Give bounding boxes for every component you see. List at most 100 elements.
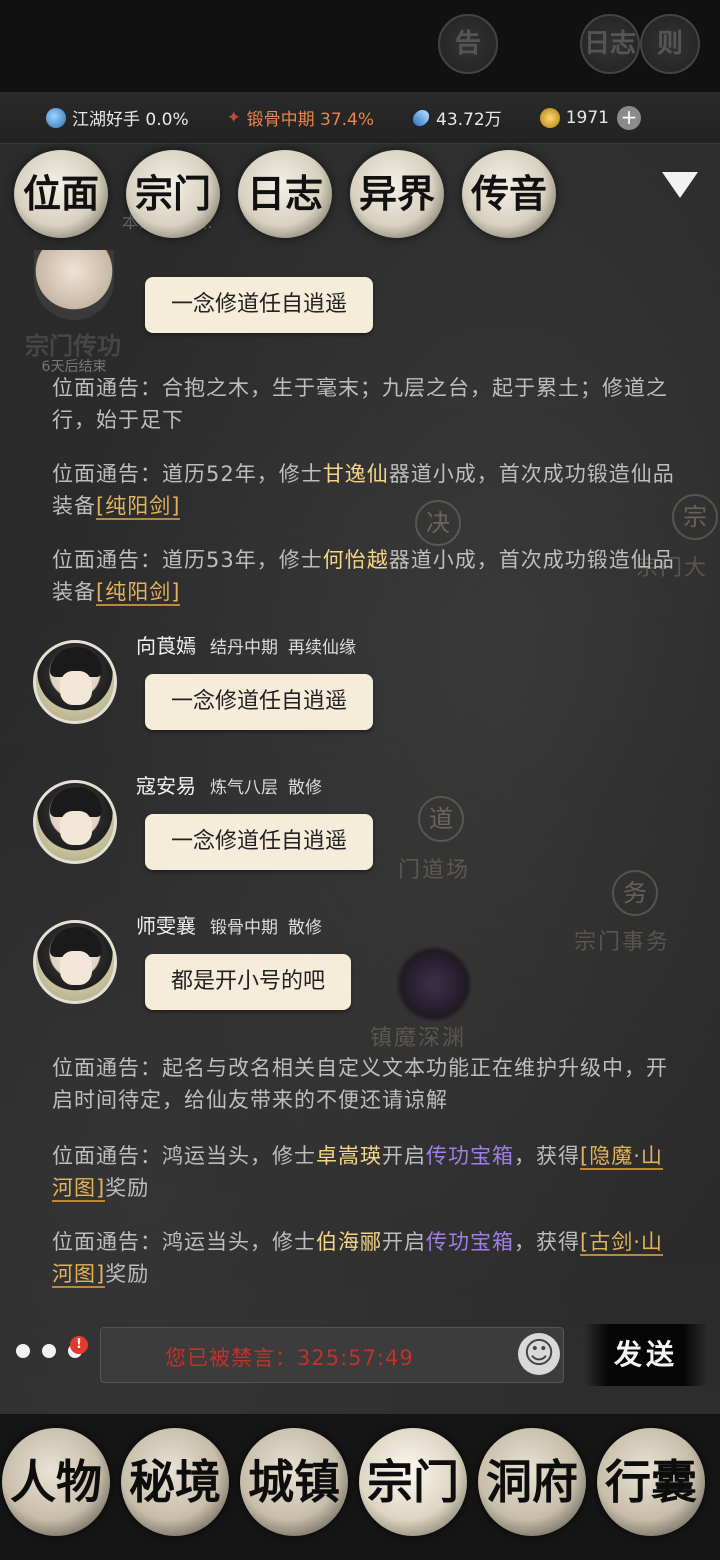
bg-label-shiwu: 宗门事务 bbox=[574, 930, 671, 955]
notice-prefix: 位面通告： bbox=[52, 548, 162, 572]
player-name-link[interactable]: 甘逸仙 bbox=[323, 462, 389, 486]
sender-realm: 结丹中期 bbox=[210, 638, 278, 658]
nav-character[interactable]: 人物 bbox=[2, 1428, 110, 1536]
bg-label-daochang: 门道场 bbox=[398, 858, 471, 883]
nav-town-label: 城镇 bbox=[248, 1455, 340, 1509]
notice-text: 鸿运当头，修士 bbox=[162, 1230, 316, 1254]
notice-prefix: 位面通告： bbox=[52, 462, 162, 486]
player-name-link[interactable]: 卓嵩瑛 bbox=[316, 1144, 382, 1168]
tab-sect[interactable]: 宗门 bbox=[126, 150, 220, 238]
chat-bubble[interactable]: 一念修道任自逍遥 bbox=[145, 814, 374, 870]
sender-sect: 散修 bbox=[288, 778, 322, 798]
notice-text: ，获得 bbox=[514, 1144, 580, 1168]
nav-secret-realm-label: 秘境 bbox=[129, 1455, 221, 1509]
chat-bubble[interactable]: 一念修道任自逍遥 bbox=[145, 277, 374, 333]
tab-otherworld[interactable]: 异界 bbox=[350, 150, 444, 238]
chat-bubble[interactable]: 一念修道任自逍遥 bbox=[145, 674, 374, 730]
sender-name[interactable]: 寇安易 bbox=[136, 774, 196, 798]
dropdown-arrow-icon[interactable] bbox=[662, 172, 698, 198]
avatar[interactable] bbox=[33, 780, 117, 864]
plane-notice: 位面通告：鸿运当头，修士伯海郦开启传功宝箱，获得[古剑·山河图]奖励 bbox=[52, 1226, 682, 1290]
gold-coin-icon bbox=[539, 107, 560, 128]
nav-secret-realm[interactable]: 秘境 bbox=[121, 1428, 229, 1536]
item-link[interactable]: [纯阳剑] bbox=[96, 494, 181, 520]
notice-prefix: 位面通告： bbox=[52, 376, 162, 400]
tab-whisper-label: 传音 bbox=[470, 171, 547, 216]
cultivation-stat: ✦ 锻骨中期 37.4% bbox=[226, 105, 374, 131]
nav-sect[interactable]: 宗门 bbox=[359, 1428, 467, 1536]
realm-stat: 江湖好手 0.0% bbox=[46, 105, 189, 130]
plane-notice: 位面通告：起名与改名相关自定义文本功能正在维护升级中，开启时间待定，给仙友带来的… bbox=[52, 1052, 682, 1116]
chat-sender-line: 寇安易 炼气八层 散修 bbox=[136, 770, 322, 799]
notification-badge: ! bbox=[70, 1336, 88, 1354]
tab-plane-label: 位面 bbox=[22, 171, 99, 216]
notice-prefix: 位面通告： bbox=[52, 1056, 162, 1080]
notice-text: ，获得 bbox=[514, 1230, 580, 1254]
tab-log-label: 日志 bbox=[246, 171, 323, 216]
tab-whisper[interactable]: 传音 bbox=[462, 150, 556, 238]
add-gold-button[interactable]: + bbox=[616, 105, 641, 130]
sect-transmission-event[interactable]: 宗门传功 6天后结束 bbox=[18, 250, 128, 380]
sender-sect: 散修 bbox=[288, 918, 322, 938]
plane-notice: 位面通告：鸿运当头，修士卓嵩瑛开启传功宝箱，获得[隐魔·山河图]奖励 bbox=[52, 1140, 682, 1204]
avatar[interactable] bbox=[33, 920, 117, 1004]
spirit-stone-text: 43.72万 bbox=[436, 110, 502, 130]
bottom-nav: 人物 秘境 城镇 宗门 洞府 行囊 bbox=[0, 1414, 720, 1560]
plane-notice: 位面通告：道历53年，修士何怡越器道小成，首次成功锻造仙品装备[纯阳剑] bbox=[52, 544, 682, 608]
sender-name[interactable]: 师雯襄 bbox=[136, 914, 196, 938]
sender-name[interactable]: 向莨嫣 bbox=[136, 634, 196, 658]
status-bar: 江湖好手 0.0% ✦ 锻骨中期 37.4% 43.72万 1971 + bbox=[0, 92, 720, 144]
nav-inventory-label: 行囊 bbox=[605, 1455, 697, 1509]
mute-status-text: 您已被禁言：325:57:49 bbox=[165, 1346, 414, 1370]
dot-icon bbox=[16, 1344, 30, 1358]
tab-otherworld-label: 异界 bbox=[358, 171, 435, 216]
chat-input[interactable]: 您已被禁言：325:57:49 bbox=[100, 1327, 564, 1383]
notice-text: 开启 bbox=[382, 1144, 426, 1168]
nav-sect-label: 宗门 bbox=[367, 1455, 459, 1509]
notice-prefix: 位面通告： bbox=[52, 1230, 162, 1254]
notice-text: 鸿运当头，修士 bbox=[162, 1144, 316, 1168]
chat-sender-line: 师雯襄 锻骨中期 散修 bbox=[136, 910, 322, 939]
tab-log[interactable]: 日志 bbox=[238, 150, 332, 238]
hidden-tab-rules[interactable]: 则 bbox=[640, 14, 700, 74]
emoji-icon[interactable]: ☺ bbox=[518, 1333, 560, 1375]
nav-inventory[interactable]: 行囊 bbox=[597, 1428, 705, 1536]
treasure-box-link[interactable]: 传功宝箱 bbox=[426, 1230, 514, 1254]
nav-character-label: 人物 bbox=[10, 1455, 102, 1509]
avatar[interactable] bbox=[33, 640, 117, 724]
chat-bubble[interactable]: 都是开小号的吧 bbox=[145, 954, 352, 1010]
sender-realm: 炼气八层 bbox=[210, 778, 278, 798]
notice-text: 道历52年，修士 bbox=[162, 462, 323, 486]
plane-notice: 位面通告：道历52年，修士甘逸仙器道小成，首次成功锻造仙品装备[纯阳剑] bbox=[52, 458, 682, 522]
dot-icon bbox=[42, 1344, 56, 1358]
bone-icon: ✦ bbox=[226, 107, 241, 128]
bg-mark-wu: 务 bbox=[612, 870, 658, 916]
hidden-tab-notice[interactable]: 告 bbox=[438, 14, 498, 74]
hidden-tab-log[interactable]: 日志 bbox=[580, 14, 640, 74]
gold-text: 1971 bbox=[565, 107, 609, 128]
chat-sender-line: 向莨嫣 结丹中期 再续仙缘 bbox=[136, 630, 356, 659]
tab-plane[interactable]: 位面 bbox=[14, 150, 108, 238]
treasure-box-link[interactable]: 传功宝箱 bbox=[426, 1144, 514, 1168]
spirit-stone-icon bbox=[409, 106, 433, 129]
player-name-link[interactable]: 何怡越 bbox=[323, 548, 389, 572]
notice-text: 道历53年，修士 bbox=[162, 548, 323, 572]
realm-orb-icon bbox=[46, 107, 66, 128]
nav-cave[interactable]: 洞府 bbox=[478, 1428, 586, 1536]
tab-sect-label: 宗门 bbox=[134, 171, 211, 216]
item-link[interactable]: [纯阳剑] bbox=[96, 580, 181, 606]
channel-tabs: 位面 宗门 日志 异界 传音 bbox=[0, 150, 720, 240]
player-name-link[interactable]: 伯海郦 bbox=[316, 1230, 382, 1254]
sender-sect: 再续仙缘 bbox=[288, 638, 356, 658]
notice-prefix: 位面通告： bbox=[52, 1144, 162, 1168]
send-button[interactable]: 发送 bbox=[584, 1324, 708, 1386]
chat-input-bar: ! 您已被禁言：325:57:49 ☺ 发送 bbox=[0, 1322, 720, 1392]
gold-stat: 1971 + bbox=[539, 105, 641, 130]
nav-town[interactable]: 城镇 bbox=[240, 1428, 348, 1536]
nav-cave-label: 洞府 bbox=[486, 1455, 578, 1509]
demon-abyss-vortex bbox=[395, 945, 473, 1023]
notice-text: 开启 bbox=[382, 1230, 426, 1254]
event-avatar bbox=[34, 250, 114, 320]
plane-notice: 位面通告：合抱之木，生于毫末；九层之台，起于累土；修道之行，始于足下 bbox=[52, 372, 682, 436]
bg-label-shenyuan: 镇魔深渊 bbox=[370, 1026, 467, 1051]
